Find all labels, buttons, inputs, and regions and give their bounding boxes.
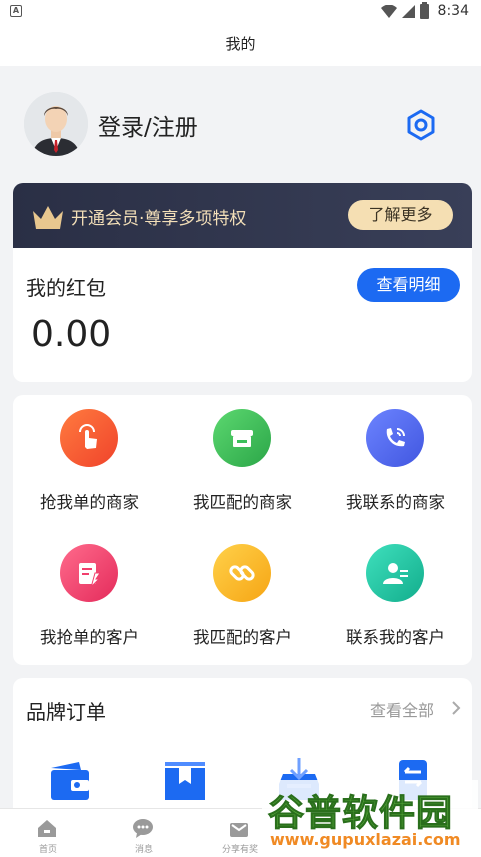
crown-icon [33, 206, 63, 229]
note-edit-icon [79, 563, 101, 588]
settings-icon[interactable] [404, 108, 438, 142]
link-icon [229, 565, 255, 581]
grid-item-customers-i-grabbed[interactable]: 我抢单的客户 [13, 530, 166, 665]
grid-item-customers-contacted-me[interactable]: 联系我的客户 [319, 530, 472, 665]
person-avatar-icon [24, 92, 88, 156]
grid-item-icon-bg [60, 409, 118, 467]
grid-item-icon-bg [213, 409, 271, 467]
status-bar: A 8:34 [0, 0, 481, 24]
red-packet-amount: 0.00 [31, 314, 112, 355]
grid-item-label: 我匹配的商家 [193, 493, 292, 512]
contacts-icon [383, 563, 408, 584]
tab-label: 消息 [134, 845, 153, 855]
phone-icon [386, 428, 405, 447]
store-icon [231, 430, 253, 447]
gift-icon [230, 823, 248, 837]
tab-label: 首页 [38, 845, 57, 855]
bookmark-icon[interactable] [163, 758, 207, 802]
avatar[interactable] [24, 92, 88, 156]
grid-item-label: 我联系的商家 [346, 493, 445, 512]
grid-item-label: 我抢单的客户 [40, 628, 139, 647]
home-icon [38, 820, 56, 837]
watermark-logo: 谷普软件园 www.gupuxlazai.com [262, 780, 478, 852]
learn-more-button[interactable]: 了解更多 [348, 200, 453, 230]
grid-item-icon-bg [366, 409, 424, 467]
status-time: 8:34 [437, 3, 469, 19]
grid-item-label: 联系我的客户 [346, 628, 445, 647]
login-register-link[interactable]: 登录/注册 [98, 108, 198, 142]
grid-item-label: 我匹配的客户 [193, 628, 292, 647]
hand-tap-icon [79, 424, 97, 449]
grid-item-my-matched-merchants[interactable]: 我匹配的商家 [166, 395, 319, 530]
message-icon [133, 819, 153, 838]
app-notification-icon: A [10, 5, 22, 17]
grid-item-icon-bg [366, 544, 424, 602]
brand-orders-title: 品牌订单 [26, 700, 106, 724]
red-packet-title: 我的红包 [26, 276, 106, 300]
tab-messages[interactable]: 消息 [96, 809, 192, 857]
grid-item-icon-bg [60, 544, 118, 602]
page-title: 我的 [0, 24, 481, 66]
grid-item-my-matched-customers[interactable]: 我匹配的客户 [166, 530, 319, 665]
red-packet-card: 我的红包 查看明细 0.00 [13, 248, 472, 382]
tab-home[interactable]: 首页 [0, 809, 96, 857]
watermark-brand: 谷普软件园 [267, 793, 454, 835]
wifi-icon [381, 5, 397, 18]
view-all-link[interactable]: 查看全部 [370, 697, 434, 721]
grid-item-icon-bg [213, 544, 271, 602]
grid-item-label: 抢我单的商家 [40, 493, 139, 512]
watermark-url: www.gupuxlazai.com [270, 830, 461, 849]
wallet-icon[interactable] [47, 758, 91, 802]
battery-icon [420, 2, 429, 19]
grid-item-merchants-i-contacted[interactable]: 我联系的商家 [319, 395, 472, 530]
profile-section: 登录/注册 [0, 66, 481, 184]
vip-promo-text: 开通会员·尊享多项特权 [71, 209, 247, 229]
signal-icon [402, 5, 415, 18]
vip-banner[interactable]: 开通会员·尊享多项特权 了解更多 [13, 183, 472, 248]
chevron-right-icon[interactable] [451, 700, 461, 716]
view-details-button[interactable]: 查看明细 [357, 268, 460, 302]
grid-item-merchants-grabbed-my-order[interactable]: 抢我单的商家 [13, 395, 166, 530]
merchant-customer-grid: 抢我单的商家 我匹配的商家 我联系的商家 我抢单的客户 我匹配的客户 联系我的客… [13, 395, 472, 665]
